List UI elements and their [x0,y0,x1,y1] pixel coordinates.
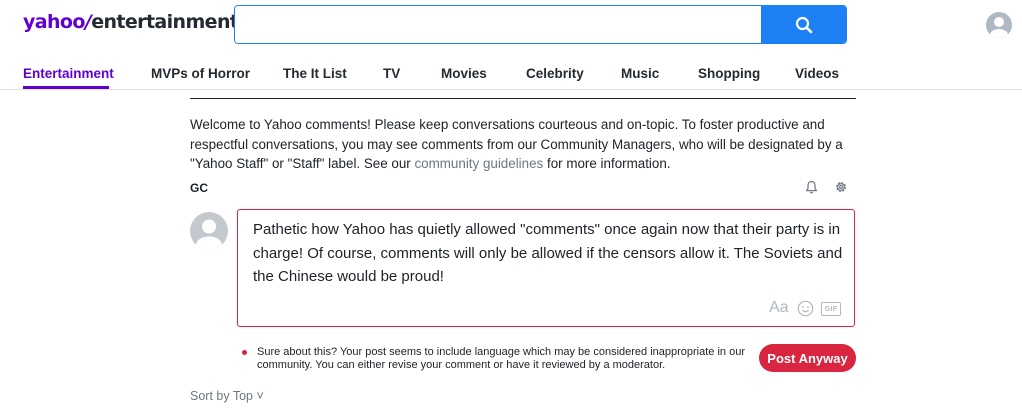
post-anyway-button[interactable]: Post Anyway [759,344,856,372]
site-header: yahoo/entertainment [0,0,1022,52]
commenter-avatar [190,212,228,250]
comment-textarea[interactable]: Pathetic how Yahoo has quietly allowed "… [253,218,843,289]
community-guidelines-link[interactable]: community guidelines [414,156,543,171]
user-initials: GC [190,181,208,195]
comment-editor[interactable]: Pathetic how Yahoo has quietly allowed "… [237,209,855,327]
welcome-message: Welcome to Yahoo comments! Please keep c… [190,115,856,174]
search-input[interactable] [235,6,761,43]
nav-item-movies[interactable]: Movies [441,66,487,81]
sort-selected-value: Top [232,389,254,403]
profile-avatar[interactable] [986,12,1012,38]
nav-item-tv[interactable]: TV [383,66,400,81]
welcome-text-end: for more information. [543,156,671,171]
search-button[interactable] [761,6,846,43]
moderation-warning: Sure about this? Your post seems to incl… [257,346,745,371]
chevron-down-icon: ˅ [256,389,264,403]
settings-button[interactable] [834,180,848,199]
gear-icon [836,182,846,192]
yahoo-entertainment-logo[interactable]: yahoo/entertainment [23,11,239,33]
nav-item-shopping[interactable]: Shopping [698,66,760,81]
search-bar [234,5,847,44]
search-icon [795,16,812,33]
logo-brand: yahoo [23,11,85,33]
logo-section: entertainment [91,11,239,33]
nav-item-the-it-list[interactable]: The It List [283,66,347,81]
nav-item-celebrity[interactable]: Celebrity [526,66,584,81]
text-format-button[interactable]: Aa [769,299,789,317]
bell-icon [805,180,818,194]
category-nav: Entertainment MVPs of Horror The It List… [0,58,1022,90]
warning-bullet [242,350,247,355]
sort-label: Sort by [190,389,233,403]
sort-dropdown[interactable]: Sort by Top ˅ [190,389,264,403]
section-divider [190,98,856,99]
smiley-icon [797,300,814,317]
user-avatar-icon [196,219,222,250]
emoji-button[interactable] [797,300,814,322]
nav-item-music[interactable]: Music [621,66,659,81]
gif-icon[interactable]: GIF [821,302,841,316]
notifications-button[interactable] [805,180,818,199]
user-avatar-icon [990,17,1008,38]
nav-item-entertainment[interactable]: Entertainment [23,66,114,81]
nav-item-mvps-of-horror[interactable]: MVPs of Horror [151,66,250,81]
nav-item-videos[interactable]: Videos [795,66,839,81]
active-tab-indicator [23,86,109,89]
